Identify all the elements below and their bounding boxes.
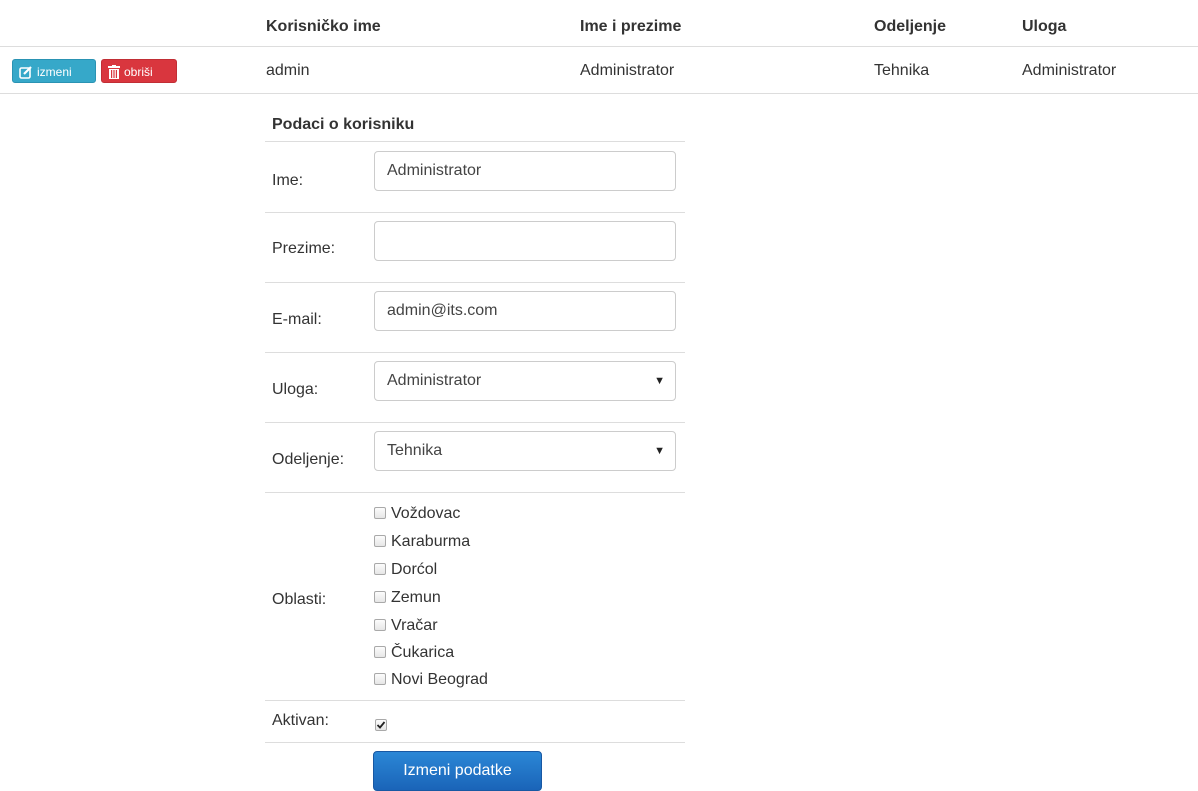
checkbox-icon[interactable] [374,619,386,631]
area-checkbox-dorcol[interactable]: Dorćol [374,561,437,585]
divider [265,422,685,423]
department-select-value: Tehnika [387,442,443,459]
trash-icon [108,65,120,79]
first-name-input[interactable]: Administrator [374,151,676,191]
divider [265,742,685,743]
last-name-label: Prezime: [272,240,336,257]
checkbox-icon[interactable] [374,563,386,575]
chevron-down-icon: ▼ [654,375,665,387]
checkbox-icon[interactable] [374,646,386,658]
checkbox-icon[interactable] [374,673,386,685]
role-select[interactable]: Administrator ▼ [374,361,676,401]
active-checkbox[interactable] [375,719,387,731]
cell-role: Administrator [1022,62,1117,79]
checkbox-icon[interactable] [374,535,386,547]
cell-username: admin [266,62,310,79]
checkmark-icon [376,721,386,729]
checkbox-icon[interactable] [374,591,386,603]
area-checkbox-vozdovac[interactable]: Voždovac [374,505,460,529]
edit-button[interactable]: izmeni [12,59,96,83]
area-checkbox-zemun[interactable]: Zemun [374,589,441,613]
divider [265,141,685,142]
role-label: Uloga: [272,381,319,398]
cell-department: Tehnika [874,62,930,79]
chevron-down-icon: ▼ [654,445,665,457]
areas-label: Oblasti: [272,591,327,608]
last-name-input[interactable] [374,221,676,261]
divider [265,700,685,701]
col-header-role: Uloga [1022,18,1067,35]
first-name-label: Ime: [272,172,304,189]
delete-button-label: obriši [124,65,153,79]
active-label: Aktivan: [272,712,329,729]
email-label: E-mail: [272,311,322,328]
edit-button-label: izmeni [37,65,72,79]
area-checkbox-cukarica[interactable]: Čukarica [374,644,454,668]
submit-button[interactable]: Izmeni podatke [373,751,542,791]
col-header-department: Odeljenje [874,18,947,35]
department-label: Odeljenje: [272,451,345,468]
divider [265,282,685,283]
checkbox-icon[interactable] [374,507,386,519]
area-checkbox-vracar[interactable]: Vračar [374,617,438,641]
col-header-full-name: Ime i prezime [580,18,682,35]
col-header-username: Korisničko ime [266,18,381,35]
divider [265,492,685,493]
divider [265,212,685,213]
cell-full-name: Administrator [580,62,675,79]
divider [265,352,685,353]
delete-button[interactable]: obriši [101,59,177,83]
form-title: Podaci o korisniku [272,116,415,133]
edit-icon [19,66,32,79]
email-input[interactable]: admin@its.com [374,291,676,331]
role-select-value: Administrator [387,372,482,389]
department-select[interactable]: Tehnika ▼ [374,431,676,471]
area-checkbox-novi-beograd[interactable]: Novi Beograd [374,671,488,695]
area-checkbox-karaburma[interactable]: Karaburma [374,533,470,557]
